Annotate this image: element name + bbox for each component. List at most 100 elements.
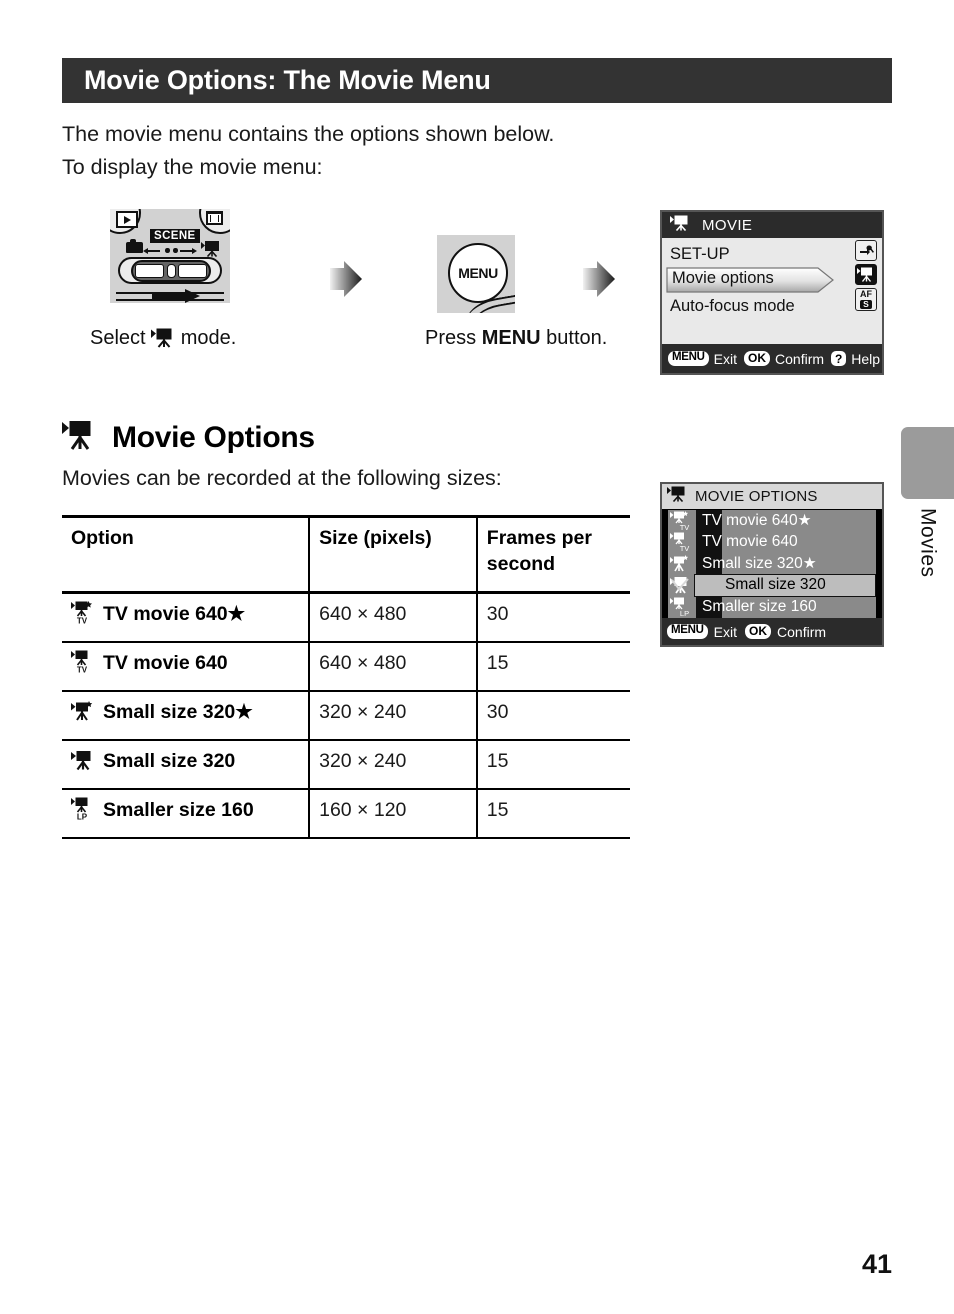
lcd-movie-menu-footer: MENU Exit OK Confirm ? Help: [662, 344, 882, 373]
slide-direction-arrow-icon: [152, 288, 200, 303]
page-title-bar: Movie Options: The Movie Menu: [62, 58, 892, 103]
lcd-movie-options-header: MOVIE OPTIONS: [662, 484, 882, 509]
movie-mode-icon: [670, 215, 692, 236]
movie-lp-icon: LP: [71, 797, 96, 828]
cell-size: 320 × 240: [308, 740, 477, 790]
side-tab-movies: Movies: [901, 508, 954, 638]
mode-dial-illustration: SCENE: [110, 209, 230, 303]
lcd-option-small-size-320-star[interactable]: Small size 320★: [696, 553, 876, 575]
cell-fps: 30: [475, 691, 630, 741]
cell-option-label: TV movie 640★: [103, 603, 246, 625]
cell-option-label: TV movie 640: [103, 652, 228, 674]
cell-fps: 15: [475, 642, 630, 692]
svg-text:TV: TV: [77, 666, 88, 675]
table-row: TV TV movie 640★ 640 × 480 30: [62, 592, 630, 643]
lcd-option-smaller-size-160[interactable]: Smaller size 160: [696, 596, 876, 618]
svg-text:LP: LP: [77, 813, 88, 822]
cell-size: 160 × 120: [308, 789, 477, 839]
lcd-option-label: TV movie 640: [702, 533, 798, 551]
col-header-size: Size (pixels): [308, 515, 477, 594]
lcd-menu-item-movie-options-label: Movie options: [672, 269, 774, 287]
svg-text:TV: TV: [680, 523, 690, 531]
mode-switch-slider: [131, 259, 211, 282]
svg-text:TV: TV: [77, 617, 88, 626]
lcd-option-label: Small size 320★: [702, 555, 817, 573]
col-header-fps: Frames per second: [475, 515, 630, 594]
movie-mode-icon: [667, 486, 689, 507]
menu-badge-label: Exit: [713, 350, 738, 367]
movie-mode-icon: [201, 241, 221, 258]
cell-size: 640 × 480: [308, 592, 477, 643]
lcd-menu-icon-column: AF S: [853, 240, 879, 311]
lcd-movie-options: MOVIE OPTIONS TV TV LP TV movie 640★ TV …: [660, 482, 884, 647]
cell-option: TV TV movie 640: [62, 642, 310, 692]
col-header-option: Option: [62, 515, 310, 594]
lcd-option-small-size-320[interactable]: Small size 320: [694, 573, 876, 597]
cell-fps: 15: [475, 789, 630, 839]
still-camera-icon: [126, 238, 143, 253]
table-row: LP Smaller size 160 160 × 120 15: [62, 789, 630, 839]
cell-option-label: Small size 320★: [103, 701, 253, 723]
cell-option: Small size 320: [62, 740, 310, 790]
menu-badge: MENU: [668, 351, 709, 366]
menu-button-label: MENU: [458, 265, 498, 281]
lcd-menu-item-setup[interactable]: SET-UP: [670, 241, 730, 267]
help-badge-label: Help: [851, 350, 880, 367]
mode-track: [143, 247, 197, 254]
lcd-movie-options-list: TV TV LP TV movie 640★ TV movie 640 Smal…: [668, 510, 876, 618]
ok-badge: OK: [745, 623, 772, 640]
svg-text:TV: TV: [680, 544, 690, 552]
table-header: Option Size (pixels) Frames per second: [62, 515, 630, 594]
lcd-option-tv-movie-640[interactable]: TV movie 640: [696, 532, 876, 554]
movie-mode-icon: [151, 328, 175, 355]
instruction-steps: SCENE Select mode. MENU Press MENU butto…: [62, 205, 652, 370]
cell-fps: 15: [475, 740, 630, 790]
lcd-menu-item-autofocus-label: Auto-focus mode: [670, 296, 795, 315]
cell-size: 640 × 480: [308, 642, 477, 692]
movie-options-heading: Movie Options: [62, 420, 315, 455]
movie-tv-icon: TV: [668, 532, 694, 554]
track-arrow-right-icon: [192, 247, 197, 254]
lcd-menu-item-autofocus[interactable]: Auto-focus mode: [670, 293, 795, 319]
movie-options-table: Option Size (pixels) Frames per second T…: [62, 515, 630, 839]
lcd-option-label: Small size 320: [725, 576, 826, 593]
movie-tv-star-icon: TV: [668, 510, 694, 532]
ok-badge-label: Confirm: [775, 350, 825, 367]
lcd-option-tv-movie-640-star[interactable]: TV movie 640★: [696, 510, 876, 532]
lcd-movie-menu-header: MOVIE: [662, 212, 882, 238]
cell-option-label: Smaller size 160: [103, 799, 254, 821]
table-row: TV TV movie 640 640 × 480 15: [62, 642, 630, 692]
movie-tv-icon: TV: [71, 650, 96, 681]
menu-badge: MENU: [667, 624, 708, 639]
side-tab-marker: [901, 427, 954, 499]
movie-small-star-icon: [71, 701, 96, 730]
step-1-caption: Select mode.: [90, 325, 236, 355]
playback-icon: [116, 211, 138, 228]
table-header-row: Option Size (pixels) Frames per second: [62, 515, 630, 594]
setup-wrench-icon: [855, 240, 877, 261]
lcd-movie-menu-title: MOVIE: [702, 216, 753, 234]
cell-option-label: Small size 320: [103, 750, 236, 772]
intro-paragraph: The movie menu contains the options show…: [62, 118, 662, 184]
intro-line-1: The movie menu contains the options show…: [62, 122, 555, 146]
cell-fps: 30: [475, 592, 630, 643]
movie-lp-icon: LP: [668, 596, 694, 618]
lcd-movie-menu: MOVIE SET-UP Movie options Auto-focus mo…: [660, 210, 884, 375]
track-dot-2: [173, 248, 178, 253]
table-body: TV TV movie 640★ 640 × 480 30 TV TV movi…: [62, 592, 630, 839]
menu-badge-label: Exit: [713, 623, 738, 640]
switch-segment-c: [178, 263, 207, 278]
lcd-movie-options-title: MOVIE OPTIONS: [695, 488, 818, 505]
movie-small-star-icon: [668, 553, 694, 575]
step-2-caption: Press MENU button.: [425, 327, 608, 349]
lcd-option-label: Smaller size 160: [702, 597, 817, 615]
checkmark-icon: [670, 575, 690, 597]
movie-tv-star-icon: TV: [71, 601, 96, 632]
lcd-option-label: TV movie 640★: [702, 512, 812, 530]
switch-segment-a: [135, 263, 164, 278]
lcd-movie-options-footer: MENU Exit OK Confirm: [662, 618, 882, 645]
table-row: Small size 320 320 × 240 15: [62, 740, 630, 790]
cell-option: TV TV movie 640★: [62, 592, 310, 643]
cell-size: 320 × 240: [308, 691, 477, 741]
movie-small-icon: [71, 750, 96, 779]
